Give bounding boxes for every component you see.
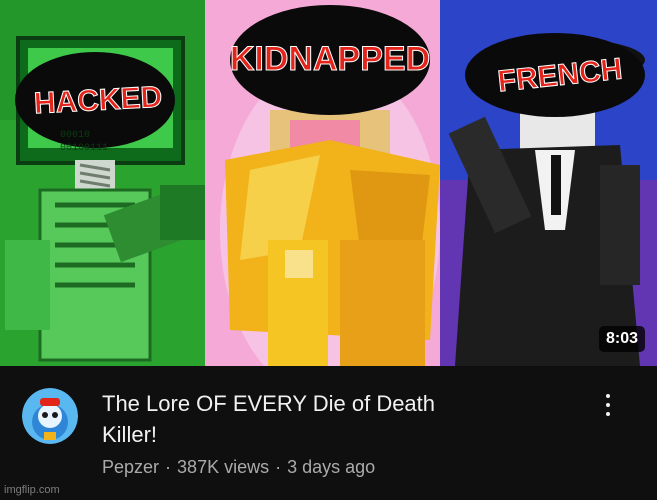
imgflip-watermark: imgflip.com xyxy=(4,484,60,496)
kebab-dot-icon xyxy=(606,403,610,407)
duration-badge: 8:03 xyxy=(598,326,645,352)
avatar-icon xyxy=(22,388,78,444)
label-hacked: HACKED xyxy=(33,81,163,121)
label-kidnapped: KIDNAPPED xyxy=(230,40,430,78)
upload-age: 3 days ago xyxy=(287,457,376,477)
video-thumbnail[interactable]: 00010 00100111 HACKED KIDNAPPED FRENCH 8… xyxy=(0,0,657,366)
thumbnail-artwork: 00010 00100111 HACKED KIDNAPPED FRENCH xyxy=(0,0,657,366)
view-count: 387K views xyxy=(177,457,270,477)
video-title-line-2: Killer! xyxy=(102,422,158,447)
monitor-code-line-1: 00010 xyxy=(60,130,90,141)
separator: · xyxy=(275,457,282,477)
separator: · xyxy=(165,457,172,477)
kebab-dot-icon xyxy=(606,394,610,398)
channel-avatar[interactable] xyxy=(22,388,78,444)
video-subtitle: Pepzer · 387K views · 3 days ago xyxy=(102,457,375,478)
monitor-code-line-2: 00100111 xyxy=(60,143,108,154)
video-title-line-1: The Lore OF EVERY Die of Death xyxy=(102,391,436,416)
more-options-button[interactable] xyxy=(596,390,620,426)
channel-name[interactable]: Pepzer xyxy=(102,457,159,477)
video-title[interactable]: The Lore OF EVERY Die of Death Killer! xyxy=(102,388,562,450)
kebab-dot-icon xyxy=(606,412,610,416)
video-metadata: The Lore OF EVERY Die of Death Killer! P… xyxy=(0,366,657,500)
